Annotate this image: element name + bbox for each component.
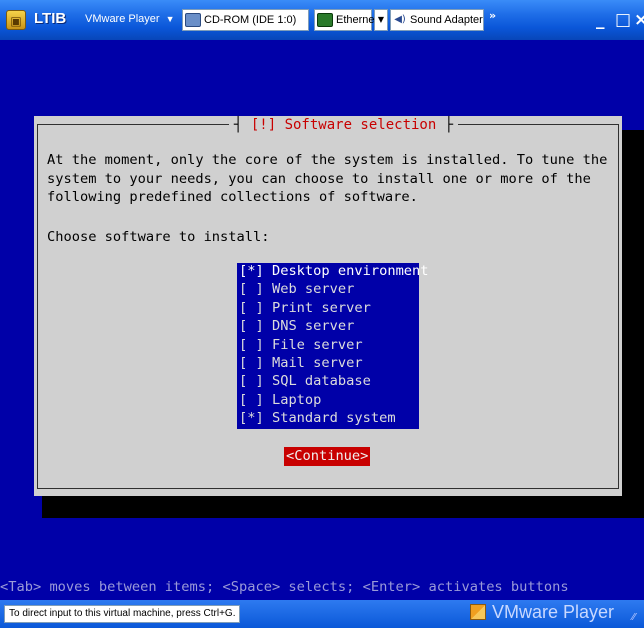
vmware-player-logo: VMware Player — [470, 602, 614, 623]
toolbar-overflow-button[interactable]: » — [489, 9, 496, 22]
checklist-item-print-server[interactable]: [ ] Print server — [237, 300, 419, 318]
checklist-item-sql-database[interactable]: [ ] SQL database — [237, 373, 419, 391]
checklist-item-desktop-environment[interactable]: [*] Desktop environment — [237, 263, 429, 282]
ethernet-device-button[interactable]: Ethernet — [314, 9, 378, 31]
sound-device-button[interactable]: ◀) Sound Adapter — [390, 9, 484, 31]
network-icon — [317, 13, 333, 28]
sound-label: Sound Adapter — [410, 14, 483, 26]
help-line: <Tab> moves between items; <Space> selec… — [0, 579, 569, 595]
continue-button[interactable]: <Continue> — [284, 447, 371, 466]
logo-text: VMware Player — [492, 602, 615, 622]
ethernet-label: Ethernet — [336, 14, 378, 26]
vmware-player-menu[interactable]: VMware Player ▼ — [85, 13, 175, 25]
software-checklist[interactable]: [*] Desktop environment [ ] Web server [… — [237, 263, 429, 429]
checklist-item-mail-server[interactable]: [ ] Mail server — [237, 355, 419, 373]
speaker-icon: ◀) — [394, 14, 406, 26]
chevron-down-icon: ▼ — [165, 14, 175, 24]
minimize-button[interactable]: _ — [596, 12, 605, 29]
cdrom-device-button[interactable]: CD-ROM (IDE 1:0) — [182, 9, 309, 31]
maximize-button[interactable]: □ — [615, 12, 631, 29]
dialog-title: [!] Software selection — [229, 116, 459, 134]
checklist-item-laptop[interactable]: [ ] Laptop — [237, 392, 419, 410]
checklist-item-dns-server[interactable]: [ ] DNS server — [237, 318, 419, 336]
close-button[interactable]: × — [634, 12, 644, 29]
checklist-item-file-server[interactable]: [ ] File server — [237, 337, 419, 355]
dialog-title-text: [!] Software selection — [250, 117, 437, 133]
player-menu-label: VMware Player — [85, 13, 160, 25]
dialog-shadow-bottom — [42, 496, 644, 518]
dialog-prompt: Choose software to install: — [47, 229, 270, 245]
status-hint: To direct input to this virtual machine,… — [4, 605, 241, 623]
vmware-logo-icon — [470, 604, 486, 620]
checklist-item-standard-system[interactable]: [*] Standard system — [237, 410, 419, 428]
dialog-description: At the moment, only the core of the syst… — [47, 152, 608, 205]
resize-grip-icon[interactable]: ⁄⁄ — [632, 612, 635, 623]
window-title: LTIB — [34, 10, 67, 27]
cdrom-label: CD-ROM (IDE 1:0) — [204, 14, 297, 26]
ethernet-dropdown-button[interactable]: ▼ — [374, 9, 388, 31]
checklist-item-web-server[interactable]: [ ] Web server — [237, 281, 419, 299]
dialog-shadow-right — [622, 130, 644, 518]
cdrom-icon — [185, 13, 201, 28]
vmware-app-icon[interactable]: ▣ — [6, 10, 26, 30]
